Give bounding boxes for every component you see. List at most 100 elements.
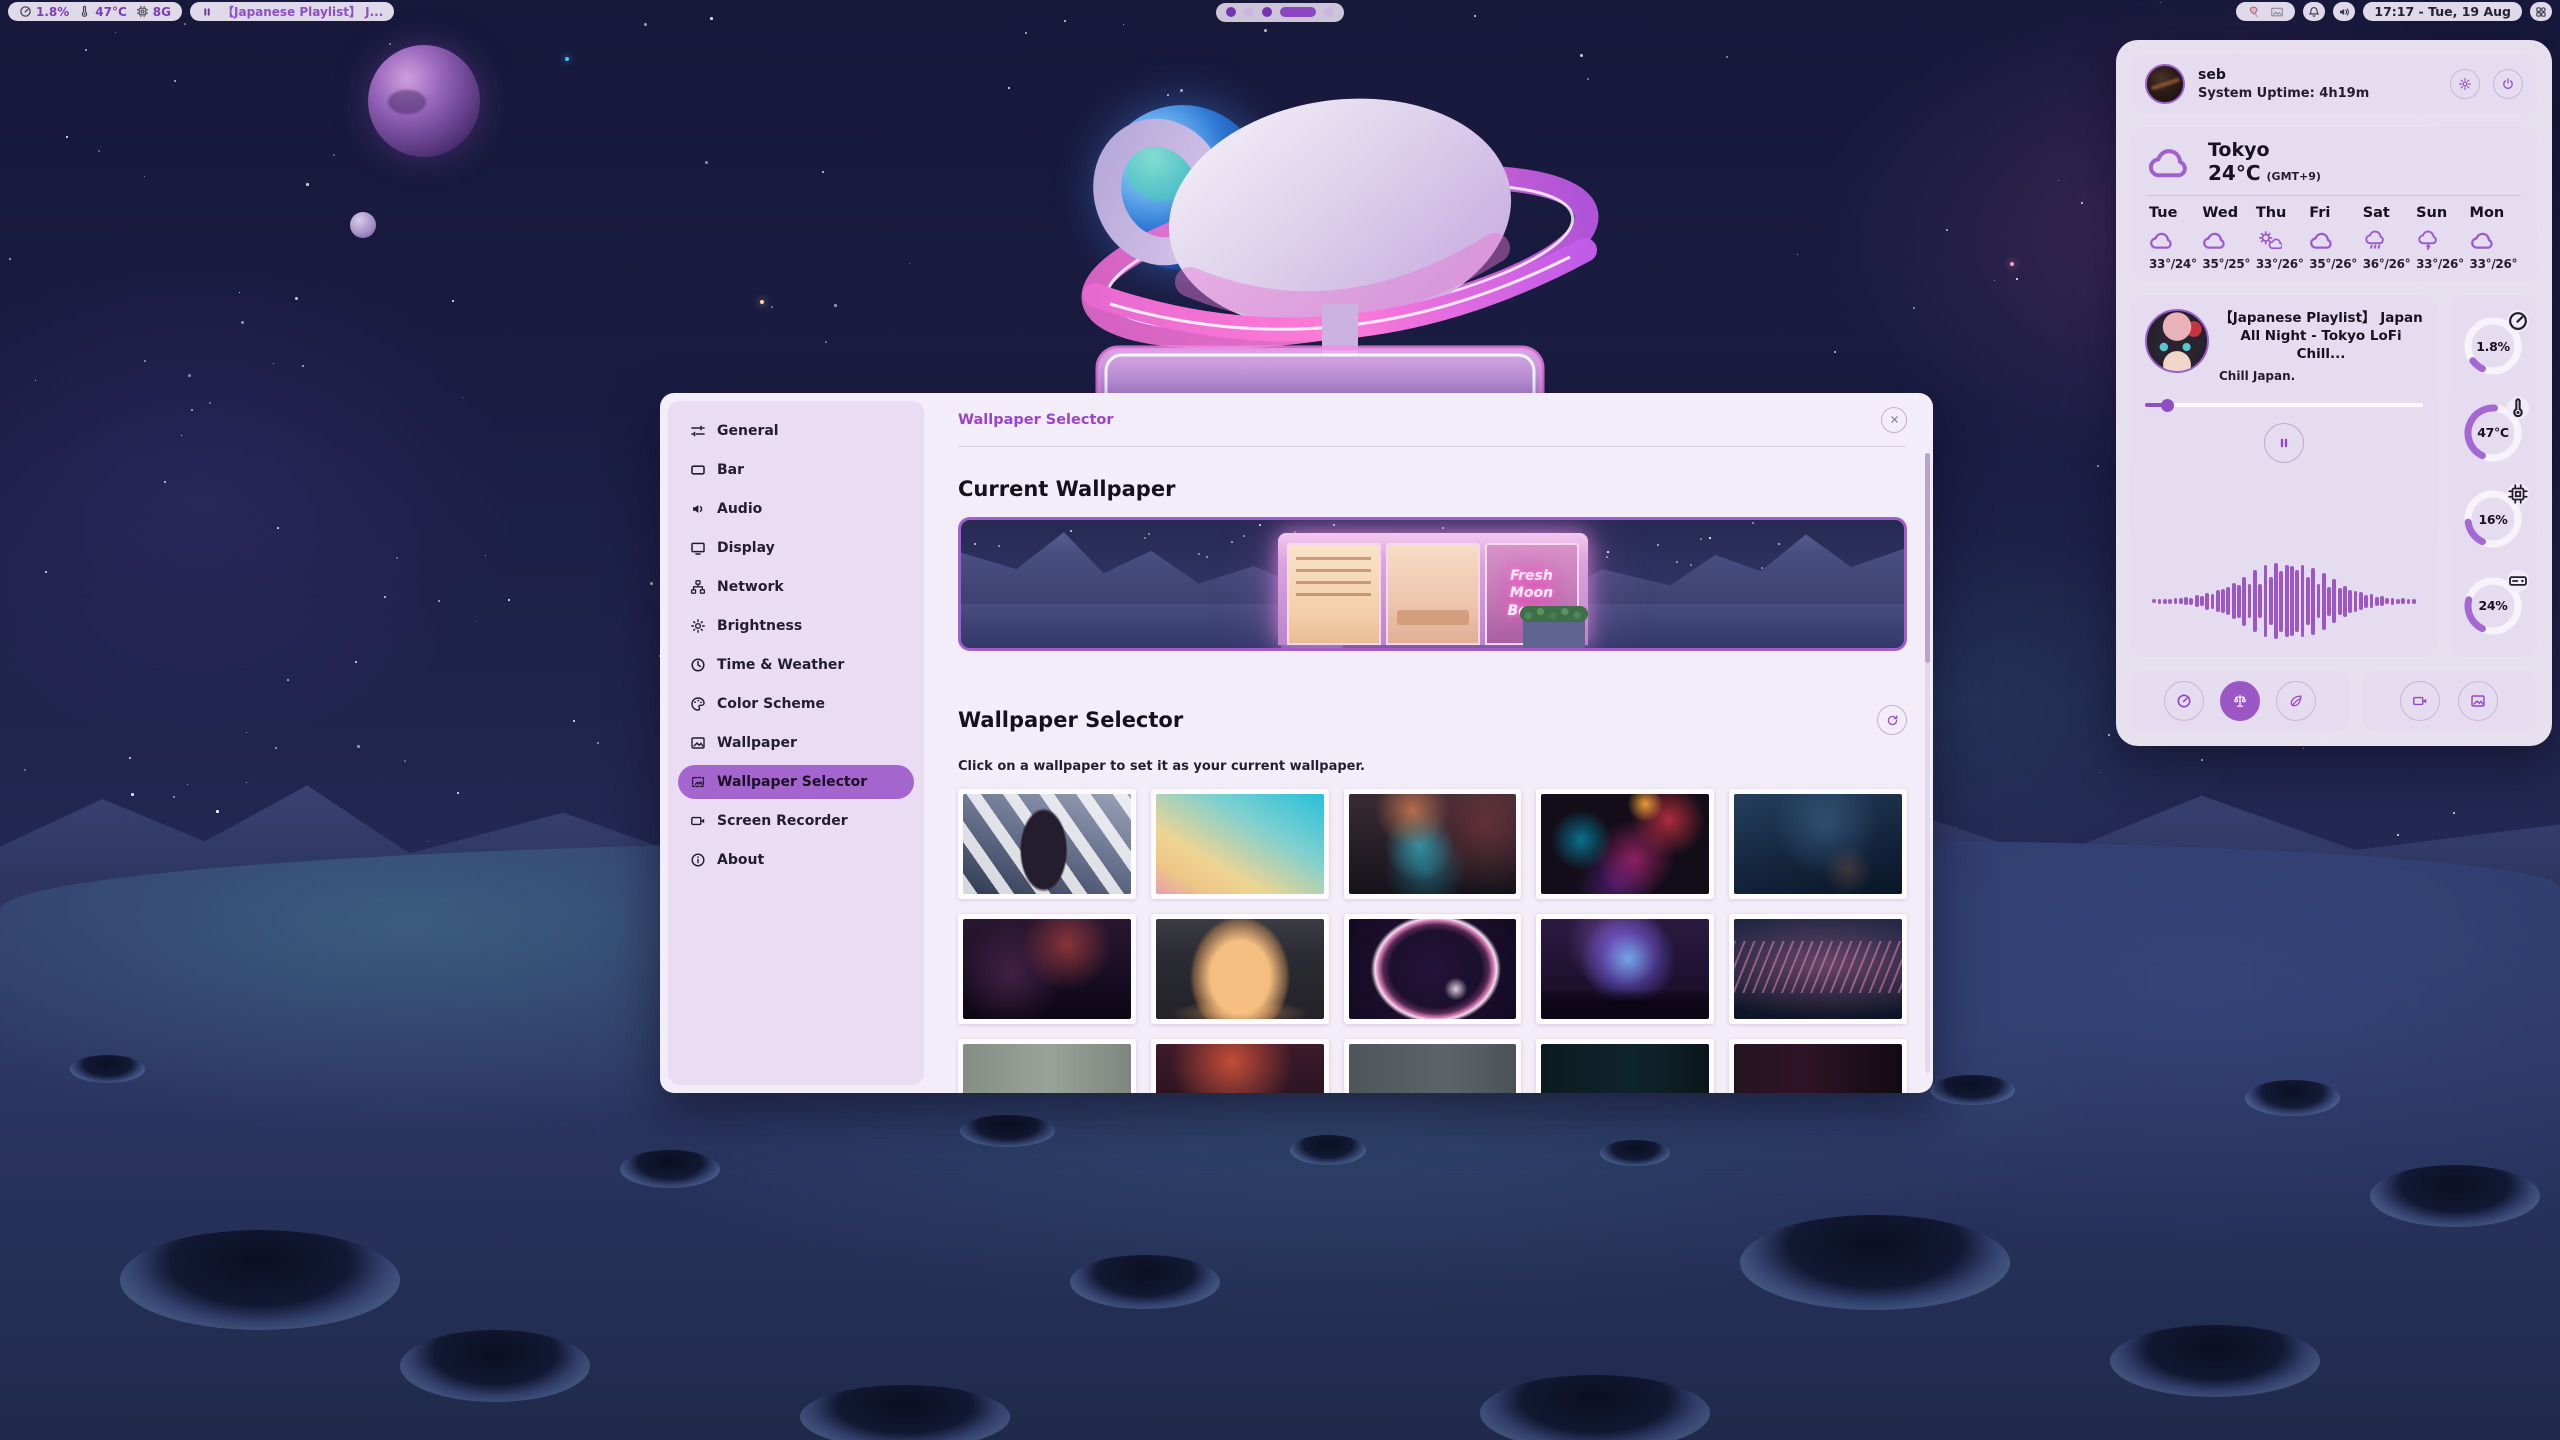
wallpaper-thumb-pastel-sky-gradient[interactable] (1151, 789, 1329, 899)
power-button[interactable] (2493, 69, 2523, 99)
wallpaper-thumb-red-grove[interactable] (1151, 1039, 1329, 1093)
profile-power-saver-button[interactable] (2276, 681, 2316, 721)
waveform-bar (2348, 590, 2352, 613)
waveform-bar (2163, 599, 2167, 604)
wallpaper-thumb-anime-crosswalk[interactable] (958, 789, 1136, 899)
dashboard-toggle-button[interactable] (2530, 2, 2552, 21)
slider-track (2145, 403, 2423, 407)
wallpaper-thumb-wireframe-wave[interactable] (1729, 914, 1907, 1024)
sidebar-item-brightness[interactable]: Brightness (678, 609, 914, 643)
sidebar-item-bar[interactable]: Bar (678, 453, 914, 487)
waveform-bar (2401, 598, 2405, 604)
sidebar-item-screen-recorder[interactable]: Screen Recorder (678, 804, 914, 838)
waveform-bar (2338, 588, 2342, 615)
sidebar-item-label: Brightness (717, 618, 802, 634)
settings-main-panel: Wallpaper Selector Current Wallpaper Fre… (932, 393, 1933, 1093)
workspace-3[interactable] (1262, 7, 1272, 17)
sidebar-item-label: Display (717, 540, 775, 556)
clock-pill[interactable]: 17:17 - Tue, 19 Aug (2363, 2, 2522, 21)
app-paw-icon (2247, 5, 2261, 19)
wallpaper-thumb-slate-minimal[interactable] (1344, 1039, 1522, 1093)
sidebar-item-label: Color Scheme (717, 696, 825, 712)
sidebar-item-wallpaper-selector[interactable]: Wallpaper Selector (678, 765, 914, 799)
sidebar-item-label: General (717, 423, 779, 439)
close-icon (1889, 414, 1900, 425)
user-card: seb System Uptime: 4h19m (2131, 54, 2537, 114)
waveform-bar (2301, 565, 2305, 637)
wallpaper-thumb-nebula-forest[interactable] (1536, 914, 1714, 1024)
close-button[interactable] (1881, 407, 1907, 433)
waveform-bar (2396, 599, 2400, 604)
cloud-icon (2147, 143, 2195, 181)
sidebar-item-network[interactable]: Network (678, 570, 914, 604)
workspace-dots[interactable] (1216, 3, 1344, 22)
image-select-icon (690, 774, 706, 790)
refresh-button[interactable] (1877, 705, 1907, 735)
sidebar-item-display[interactable]: Display (678, 531, 914, 565)
bell-icon (2308, 6, 2320, 18)
settings-button[interactable] (2450, 69, 2480, 99)
system-stats-pill[interactable]: 1.8%47°C8G (8, 2, 182, 21)
sidebar-item-label: Bar (717, 462, 744, 478)
cloud-icon (2149, 228, 2175, 252)
wallpaper-thumb-crimson-ridge[interactable] (958, 914, 1136, 1024)
chip-badge (2507, 483, 2529, 505)
waveform-bar (2189, 598, 2193, 605)
wallpaper-thumb-winter-night-forest[interactable] (1729, 789, 1907, 899)
media-subtitle: Chill Japan. (2219, 369, 2423, 383)
sidebar-item-time-weather[interactable]: Time & Weather (678, 648, 914, 682)
wallpaper-thumb-sage-field[interactable] (958, 1039, 1136, 1093)
waveform-bar (2359, 592, 2363, 610)
sidebar-item-audio[interactable]: Audio (678, 492, 914, 526)
wallpaper-thumb-pink-light-ring[interactable] (1344, 914, 1522, 1024)
notifications-button[interactable] (2303, 2, 2325, 21)
wallpaper-thumb-teal-blur-abstract[interactable] (1344, 789, 1522, 899)
gauge-icon (2176, 693, 2192, 709)
wallpaper-image (1349, 1044, 1517, 1093)
wallpaper-button[interactable] (2458, 681, 2498, 721)
profile-balanced-button[interactable] (2220, 681, 2260, 721)
image-icon (690, 735, 706, 751)
wallpaper-thumb-dark-plum[interactable] (1729, 1039, 1907, 1093)
sidebar-item-label: Audio (717, 501, 762, 517)
topbar-left-modules: 1.8%47°C8G 【Japanese Playlist】 J... (8, 2, 394, 21)
waveform-bar (2306, 577, 2310, 625)
wallpaper-image (1156, 1044, 1324, 1093)
waveform-bar (2322, 573, 2326, 630)
wallpaper-thumb-lofi-coffee-shop[interactable] (1151, 914, 1329, 1024)
sidebar-item-general[interactable]: General (678, 414, 914, 448)
media-title: 【Japanese Playlist】 Japan All Night - To… (2219, 309, 2423, 364)
media-progress-slider[interactable] (2145, 399, 2423, 411)
scrollbar-thumb[interactable] (1925, 453, 1930, 663)
workspace-4[interactable] (1280, 7, 1316, 17)
wallpaper-image (1541, 794, 1709, 894)
forecast-mon: Mon33°/26° (2468, 205, 2521, 271)
sidebar-item-about[interactable]: About (678, 843, 914, 877)
system-tray[interactable] (2236, 2, 2295, 21)
forecast-day: Tue (2149, 205, 2200, 221)
workspace-1[interactable] (1226, 7, 1236, 17)
wallpaper-thumb-deep-teal[interactable] (1536, 1039, 1714, 1093)
forecast-day: Wed (2202, 205, 2253, 221)
volume-button[interactable] (2333, 2, 2355, 21)
waveform-bar (2285, 565, 2289, 637)
selector-header-row: Wallpaper Selector (958, 691, 1907, 750)
pause-button[interactable] (2264, 423, 2304, 463)
waveform-bar (2248, 584, 2252, 618)
slider-thumb[interactable] (2161, 399, 2174, 412)
profile-performance-button[interactable] (2164, 681, 2204, 721)
screen-recorder-button[interactable] (2400, 681, 2440, 721)
waveform-bar (2168, 599, 2172, 604)
sidebar-item-wallpaper[interactable]: Wallpaper (678, 726, 914, 760)
media-top: 【Japanese Playlist】 Japan All Night - To… (2145, 309, 2423, 383)
media-pill[interactable]: 【Japanese Playlist】 J... (190, 2, 394, 21)
album-art (2145, 309, 2209, 373)
wallpaper-thumb-neon-arcade-alley[interactable] (1536, 789, 1714, 899)
brightness-icon (690, 618, 706, 634)
workspace-5[interactable] (1324, 7, 1334, 17)
workspace-2[interactable] (1244, 7, 1254, 17)
sidebar-item-color-scheme[interactable]: Color Scheme (678, 687, 914, 721)
bar-icon (690, 462, 706, 478)
thermometer-badge (2507, 397, 2529, 419)
scrollbar[interactable] (1925, 453, 1930, 1073)
